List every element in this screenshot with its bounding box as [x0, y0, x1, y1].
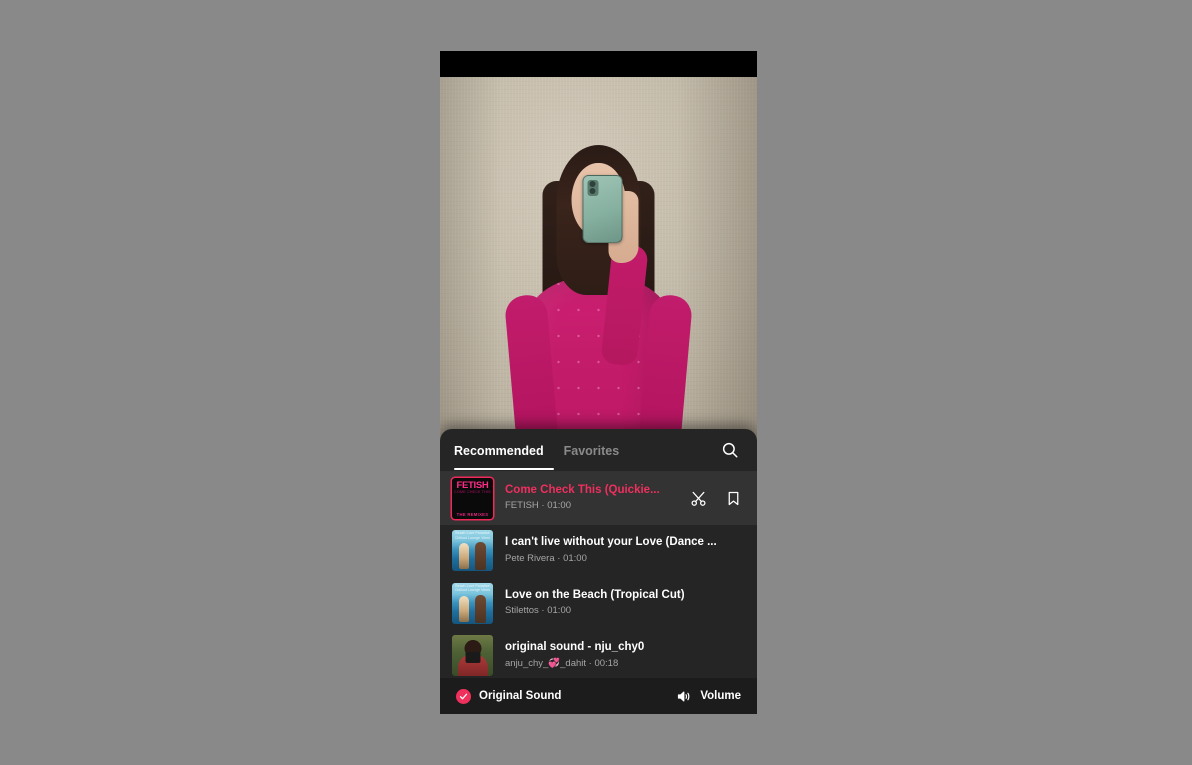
- song-subtitle: Pete Rivera · 01:00: [505, 552, 587, 564]
- bookmark-icon[interactable]: [723, 488, 743, 508]
- album-art-caption: Beach Love Paradise Chillout Lounge Vibe…: [454, 531, 491, 540]
- volume-button[interactable]: Volume: [675, 689, 741, 704]
- list-item[interactable]: original sound - nju_chy0 anju_chy_💞_dah…: [440, 630, 757, 678]
- song-meta: original sound - nju_chy0 anju_chy_💞_dah…: [493, 640, 743, 671]
- list-item[interactable]: Beach Love Paradise Chillout Lounge Vibe…: [440, 577, 757, 630]
- tab-recommended[interactable]: Recommended: [454, 443, 544, 458]
- original-sound-button[interactable]: Original Sound: [456, 688, 562, 704]
- music-selection-panel: Recommended Favorites FETISH COME CHECK …: [440, 429, 757, 714]
- song-title: Come Check This (Quickie...: [505, 483, 660, 496]
- mirror-phone: [582, 175, 623, 243]
- list-item[interactable]: Beach Love Paradise Chillout Lounge Vibe…: [440, 525, 757, 578]
- phone-frame: 🍃 Desi Jewelery over every fit 🍃 Recomme…: [440, 51, 757, 714]
- song-subtitle: anju_chy_💞_dahit · 00:18: [505, 657, 619, 669]
- phone-camera-lens: [587, 180, 599, 196]
- camera-icon: [465, 652, 480, 664]
- song-title: Love on the Beach (Tropical Cut): [505, 588, 685, 601]
- speaker-icon: [675, 689, 692, 704]
- check-circle-icon: [456, 688, 471, 704]
- original-sound-label: Original Sound: [479, 690, 562, 702]
- volume-label: Volume: [700, 690, 741, 702]
- album-art-thumbnail: Beach Love Paradise Chillout Lounge Vibe…: [452, 530, 493, 572]
- song-subtitle: Stilettos · 01:00: [505, 605, 572, 617]
- song-list[interactable]: FETISH COME CHECK THIS THE REMIXES Come …: [440, 472, 757, 677]
- album-art-caption: Beach Love Paradise Chillout Lounge Vibe…: [454, 583, 491, 592]
- song-subtitle: FETISH · 01:00: [505, 500, 571, 512]
- song-actions: [684, 488, 743, 508]
- song-meta: Come Check This (Quickie... FETISH · 01:…: [493, 483, 684, 514]
- song-meta: I can't live without your Love (Dance ..…: [493, 535, 743, 566]
- active-tab-underline: [454, 467, 554, 470]
- search-icon[interactable]: [717, 437, 743, 463]
- album-art-thumbnail: FETISH COME CHECK THIS THE REMIXES: [452, 477, 493, 519]
- song-meta: Love on the Beach (Tropical Cut) Stilett…: [493, 588, 743, 619]
- song-title: I can't live without your Love (Dance ..…: [505, 536, 717, 549]
- scissors-icon[interactable]: [688, 488, 708, 508]
- album-art-subtitle: COME CHECK THIS: [454, 489, 491, 494]
- panel-tab-bar: Recommended Favorites: [440, 429, 757, 471]
- album-art-thumbnail: Beach Love Paradise Chillout Lounge Vibe…: [452, 582, 493, 624]
- list-item[interactable]: FETISH COME CHECK THIS THE REMIXES Come …: [440, 472, 757, 525]
- panel-bottom-bar: Original Sound Volume: [440, 678, 757, 714]
- tab-favorites[interactable]: Favorites: [564, 443, 620, 458]
- video-top-black-bar: [440, 51, 757, 77]
- album-art-footer: THE REMIXES: [456, 511, 489, 517]
- album-art-thumbnail: [452, 635, 493, 677]
- song-title: original sound - nju_chy0: [505, 641, 645, 654]
